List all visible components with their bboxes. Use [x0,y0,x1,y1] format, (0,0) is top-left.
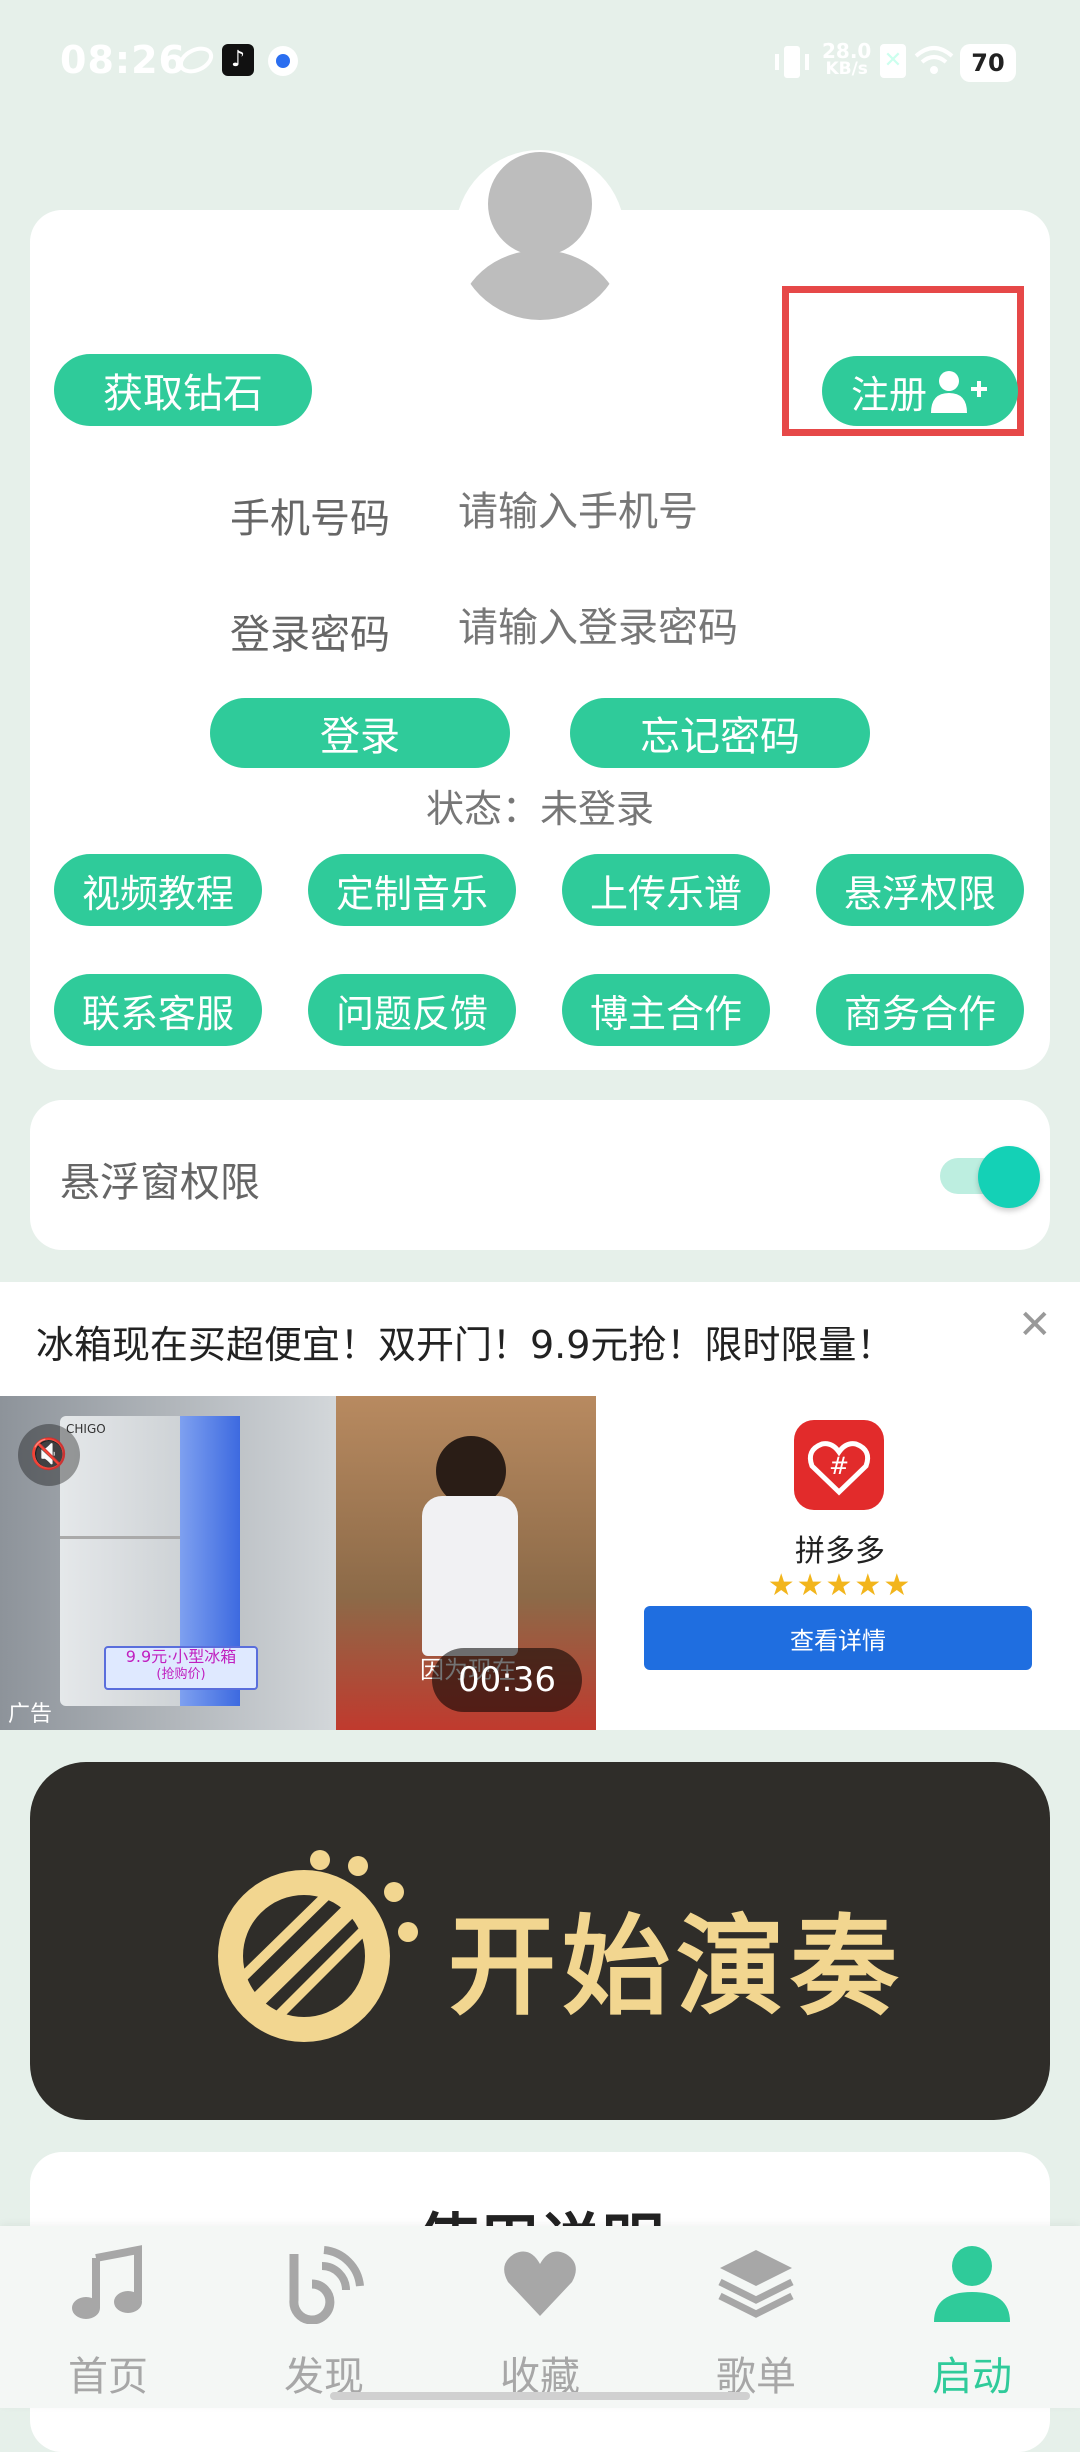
rating-stars: ★★★★★ [767,1568,913,1603]
svg-text:#: # [829,1452,849,1480]
mute-icon[interactable]: 🔇 [18,1424,80,1486]
status-bar: 08:26 ♪ 28.0 KB/s ✕ 70 [0,0,1080,120]
promo-line-1: 9.9元·小型冰箱 [125,1647,237,1666]
vibrate-icon [775,46,809,78]
app-icon [268,46,298,76]
ad-video[interactable]: CHIGO 9.9元·小型冰箱 (抢购价) 🔇 广告 因为现在 00:36 [0,1396,596,1730]
instrument-icon [218,1850,418,2042]
blogger-coop-button[interactable]: 博主合作 [562,974,770,1046]
nav-item-home[interactable]: 首页 [0,2226,216,2408]
float-window-label: 悬浮窗权限 [60,1160,260,1206]
presenter-dress [422,1496,518,1656]
ad-title: 冰箱现在买超便宜！双开门！9.9元抢！限时限量！ [36,1323,895,1367]
add-user-icon [931,371,987,413]
wifi-icon [914,46,954,74]
phone-input[interactable] [458,486,958,538]
business-coop-button[interactable]: 商务合作 [816,974,1024,1046]
promo-line-2: (抢购价) [156,1667,206,1682]
nav-item-discover[interactable]: 发现 [216,2226,432,2408]
price-sticker: 9.9元·小型冰箱 (抢购价) [104,1646,258,1690]
nav-label-home: 首页 [68,2354,148,2400]
net-speed-value: 28.0 [822,39,872,63]
login-button[interactable]: 登录 [210,698,510,768]
get-diamond-button[interactable]: 获取钻石 [54,354,312,426]
nav-item-launch[interactable]: 启动 [864,2226,1080,2408]
register-label: 注册 [850,372,927,417]
custom-music-button[interactable]: 定制音乐 [308,854,516,926]
nav-item-favorites[interactable]: 收藏 [432,2226,648,2408]
ad-tag: 广告 [8,1702,53,1727]
cloud-icon [178,46,214,74]
heart-icon [504,2251,576,2316]
home-indicator [330,2392,750,2400]
avatar[interactable] [455,150,625,320]
register-button[interactable]: 注册 [822,356,1018,426]
status-time: 08:26 [60,38,186,82]
tiktok-icon: ♪ [222,44,254,76]
nav-label-launch: 启动 [932,2354,1012,2400]
music-note-icon [72,2245,142,2319]
user-silhouette-icon [458,152,622,320]
battery-icon: 70 [960,44,1016,82]
password-input[interactable] [458,602,958,654]
float-window-toggle-knob[interactable] [978,1146,1040,1208]
layers-icon [718,2250,794,2318]
ad-app-panel: # 拼多多 ★★★★★ 查看详情 [600,1396,1080,1730]
ad-banner[interactable]: 冰箱现在买超便宜！双开门！9.9元抢！限时限量！ ✕ CHIGO 9.9元·小型… [0,1282,1080,1730]
float-window-card: 悬浮窗权限 [30,1100,1050,1250]
close-icon[interactable]: ✕ [1018,1302,1052,1348]
video-tutorial-button[interactable]: 视频教程 [54,854,262,926]
app-name: 拼多多 [795,1534,885,1569]
feedback-button[interactable]: 问题反馈 [308,974,516,1046]
start-play-label: 开始演奏 [448,1905,905,2030]
nav-item-playlist[interactable]: 歌单 [648,2226,864,2408]
phone-label: 手机号码 [230,496,390,542]
net-speed-unit: KB/s [825,59,868,79]
start-play-button[interactable]: 开始演奏 [30,1762,1050,2120]
discover-icon [289,2246,364,2324]
net-speed: 28.0 KB/s [822,39,872,79]
fridge-image: CHIGO 9.9元·小型冰箱 (抢购价) 🔇 广告 [0,1396,336,1730]
pinduoduo-logo-icon: # [794,1420,884,1510]
video-duration: 00:36 [432,1648,582,1712]
sim-icon: ✕ [880,44,906,78]
float-permission-button[interactable]: 悬浮权限 [816,854,1024,926]
upload-score-button[interactable]: 上传乐谱 [562,854,770,926]
person-icon [934,2246,1010,2322]
login-status: 状态：未登录 [425,787,654,831]
login-card: 获取钻石 注册 手机号码 登录密码 登录 忘记密码 状态：未登录 视频教程 定制… [30,210,1050,1070]
view-details-button[interactable]: 查看详情 [644,1606,1032,1670]
contact-service-button[interactable]: 联系客服 [54,974,262,1046]
bottom-nav: 首页 发现 收藏 歌单 启动 [0,2226,1080,2408]
forgot-password-button[interactable]: 忘记密码 [570,698,870,768]
password-label: 登录密码 [230,612,390,658]
